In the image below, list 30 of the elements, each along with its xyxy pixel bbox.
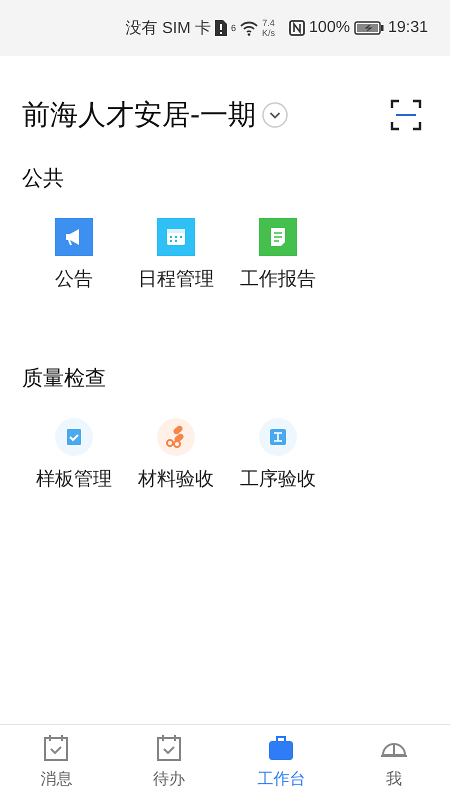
battery-percent: 100% (309, 19, 350, 37)
dropdown-icon[interactable] (262, 102, 288, 128)
battery-icon (354, 21, 384, 35)
wifi-generation-label: 6 (231, 23, 236, 33)
nav-tab[interactable]: 待办 (112, 725, 225, 800)
megaphone-icon (55, 218, 93, 256)
pipes-icon (157, 418, 195, 456)
section-title: 公共 (21, 165, 65, 192)
app-shortcut[interactable]: 材料验收 (125, 418, 227, 492)
app-shortcut[interactable]: 工作报告 (227, 218, 329, 292)
process-icon (259, 418, 297, 456)
calendar-icon (157, 218, 195, 256)
sim-alert-icon (215, 20, 227, 36)
nav-tab[interactable]: 我 (338, 725, 450, 800)
document-icon (259, 218, 297, 256)
app-shortcut[interactable]: 日程管理 (125, 218, 227, 292)
checklist-icon (55, 418, 93, 456)
network-speed: 7.4 K/s (262, 18, 276, 38)
carrier-text: 没有 SIM 卡 (126, 18, 211, 38)
app-shortcut[interactable]: 公告 (23, 218, 125, 292)
project-title: 前海人才安居-一期 (22, 97, 256, 133)
nav-tab[interactable]: 消息 (0, 725, 112, 800)
nav-tab[interactable]: 工作台 (225, 725, 338, 800)
app-shortcut[interactable]: 工序验收 (227, 418, 329, 492)
nfc-icon (289, 20, 306, 36)
clock-time: 19:31 (388, 19, 428, 37)
app-shortcut[interactable]: 样板管理 (23, 418, 125, 492)
wifi-icon (240, 20, 258, 36)
section-title: 质量检查 (21, 365, 107, 392)
scan-icon[interactable] (390, 99, 422, 131)
